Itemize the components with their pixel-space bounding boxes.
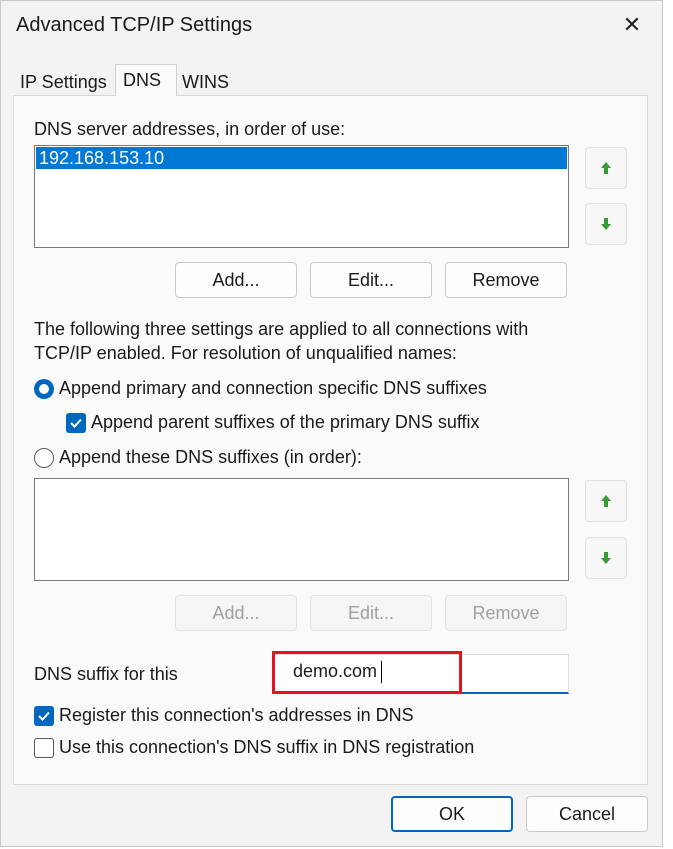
add-suffix-button[interactable]: Add... xyxy=(175,595,297,631)
arrow-down-icon xyxy=(601,218,611,230)
ok-button[interactable]: OK xyxy=(391,796,513,832)
checkbox-append-parent[interactable] xyxy=(66,413,86,433)
radio-append-primary[interactable] xyxy=(34,379,54,399)
move-down-button[interactable] xyxy=(585,203,627,245)
dns-servers-label: DNS server addresses, in order of use: xyxy=(34,119,346,139)
close-icon[interactable]: ✕ xyxy=(617,10,647,40)
tab-ip-settings[interactable]: IP Settings xyxy=(16,67,111,97)
checkbox-use-suffix-label: Use this connection's DNS suffix in DNS … xyxy=(59,737,475,757)
add-server-button[interactable]: Add... xyxy=(175,262,297,298)
radio-append-these-label: Append these DNS suffixes (in order): xyxy=(59,447,362,467)
highlight-box xyxy=(272,651,462,694)
arrow-up-icon xyxy=(601,495,611,507)
radio-append-primary-label: Append primary and connection specific D… xyxy=(59,378,487,398)
arrow-down-icon xyxy=(601,552,611,564)
dialog-title: Advanced TCP/IP Settings xyxy=(16,14,253,36)
edit-suffix-button[interactable]: Edit... xyxy=(310,595,432,631)
move-up-button[interactable] xyxy=(585,147,627,189)
checkmark-icon xyxy=(38,711,50,721)
checkbox-register-label: Register this connection's addresses in … xyxy=(59,705,414,725)
remove-suffix-button[interactable]: Remove xyxy=(445,595,567,631)
dns-server-list[interactable]: 192.168.153.10 xyxy=(34,145,569,248)
suffix-move-down-button[interactable] xyxy=(585,537,627,579)
dns-suffix-label: DNS suffix for this xyxy=(34,664,178,684)
remove-server-button[interactable]: Remove xyxy=(445,262,567,298)
edit-server-button[interactable]: Edit... xyxy=(310,262,432,298)
tab-wins[interactable]: WINS xyxy=(178,67,233,97)
suffix-move-up-button[interactable] xyxy=(585,480,627,522)
info-text-line2: TCP/IP enabled. For resolution of unqual… xyxy=(34,343,457,363)
info-text-line1: The following three settings are applied… xyxy=(34,319,529,339)
arrow-up-icon xyxy=(601,162,611,174)
checkbox-append-parent-label: Append parent suffixes of the primary DN… xyxy=(91,412,480,432)
checkbox-register-addresses[interactable] xyxy=(34,706,54,726)
checkbox-use-suffix[interactable] xyxy=(34,738,54,758)
radio-append-these[interactable] xyxy=(34,448,54,468)
tab-dns[interactable]: DNS xyxy=(115,64,177,96)
checkmark-icon xyxy=(70,418,82,428)
dns-suffix-list[interactable] xyxy=(34,478,569,581)
cancel-button[interactable]: Cancel xyxy=(526,796,648,832)
list-item[interactable]: 192.168.153.10 xyxy=(36,147,567,169)
